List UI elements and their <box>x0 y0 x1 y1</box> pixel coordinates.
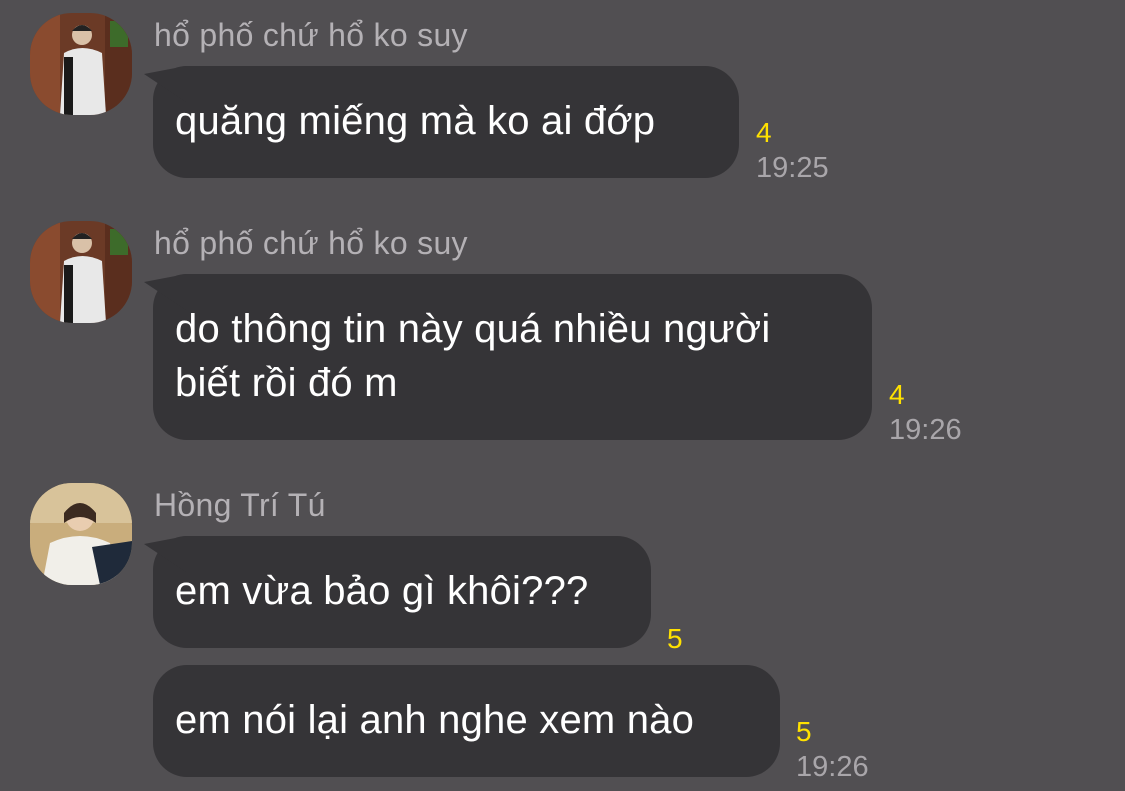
unread-count: 4 <box>756 117 772 148</box>
sender-avatar[interactable] <box>30 483 132 585</box>
sender-avatar[interactable] <box>30 221 132 323</box>
sender-avatar[interactable] <box>30 13 132 115</box>
avatar-girl-icon <box>30 483 132 585</box>
unread-count: 4 <box>889 379 905 410</box>
sender-name: hổ phố chứ hổ ko suy <box>154 225 468 261</box>
sender-name: hổ phố chứ hổ ko suy <box>154 17 468 53</box>
message-time: 19:25 <box>756 152 829 184</box>
message-bubble[interactable]: quăng miếng mà ko ai đớp <box>153 66 739 178</box>
sender-name: Hồng Trí Tú <box>154 487 326 523</box>
message-time: 19:26 <box>796 751 869 783</box>
avatar-boy-icon <box>30 13 132 115</box>
unread-count: 5 <box>796 716 812 747</box>
message-text: do thông tin này quá nhiều người biết rồ… <box>175 307 771 405</box>
message-time: 19:26 <box>889 414 962 446</box>
message-bubble[interactable]: em vừa bảo gì khôi??? <box>153 536 651 648</box>
message-bubble[interactable]: do thông tin này quá nhiều người biết rồ… <box>153 274 872 440</box>
avatar-boy-icon <box>30 221 132 323</box>
unread-count: 5 <box>667 623 683 654</box>
message-text: em vừa bảo gì khôi??? <box>175 569 589 613</box>
message-bubble[interactable]: em nói lại anh nghe xem nào <box>153 665 780 777</box>
message-text: em nói lại anh nghe xem nào <box>175 698 695 742</box>
message-text: quăng miếng mà ko ai đớp <box>175 99 656 143</box>
